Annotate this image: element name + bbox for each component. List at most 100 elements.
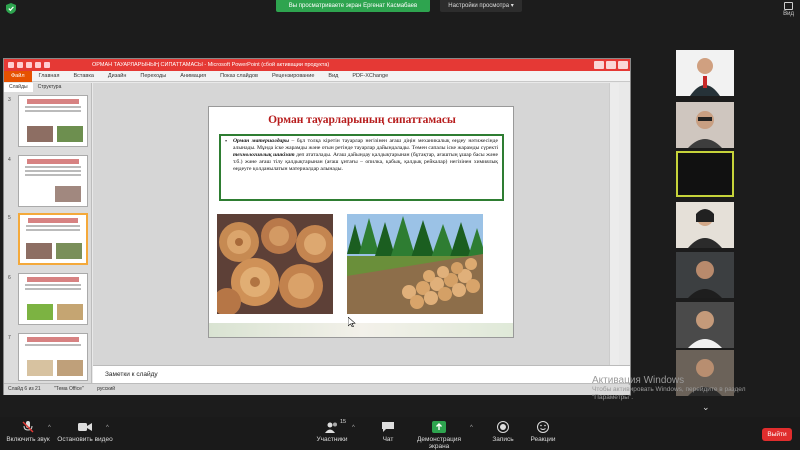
tab-pdf-xchange[interactable]: PDF-XChange [345, 71, 395, 82]
ppt-titlebar: ОРМАН ТАУАРЛАРЫНЫҢ СИПАТТАМАСЫ - Microso… [4, 59, 630, 71]
tab-insert[interactable]: Вставка [66, 71, 100, 82]
thumb-line [25, 344, 81, 346]
slide-footer-decoration [209, 323, 513, 337]
view-button[interactable]: Вид [783, 2, 794, 17]
video-camera-icon [78, 423, 92, 431]
participant-tile[interactable] [676, 102, 734, 148]
ppt-workspace: Слайды Структура 3 4 5 6 7 Орман тауарла… [4, 83, 630, 383]
leave-button[interactable]: Выйти [762, 428, 792, 441]
pane-tabs: Слайды Структура [4, 83, 91, 92]
slides-pane: Слайды Структура 3 4 5 6 7 [4, 83, 92, 383]
undo-icon[interactable] [26, 62, 32, 68]
tab-file[interactable]: Файл [4, 70, 32, 82]
tab-outline[interactable]: Структура [33, 83, 67, 92]
thumb-line [25, 174, 81, 176]
thumb-number: 3 [8, 97, 11, 103]
zoom-toolbar: Включить звук ^ Остановить видео ^ Участ… [0, 417, 800, 450]
caret-up-icon[interactable]: ^ [352, 425, 355, 431]
participant-tile[interactable] [676, 302, 734, 348]
thumb-image [57, 360, 83, 376]
slide-textbox[interactable]: • Орман материалдары – бұл толқа кіретін… [219, 134, 504, 201]
thumb-image [57, 126, 83, 142]
slide-thumbnail[interactable] [18, 155, 88, 207]
thumb-line [26, 229, 80, 231]
share-screen-label: Демонстрация экрана [416, 436, 462, 450]
participants-icon [325, 422, 337, 433]
participant-tile[interactable] [676, 202, 734, 248]
thumb-number: 7 [8, 335, 11, 341]
caret-up-icon[interactable]: ^ [470, 425, 473, 431]
tab-slides[interactable]: Слайды [4, 83, 33, 92]
slide-title[interactable]: Орман тауарларының сипаттамасы [209, 114, 513, 126]
tab-transitions[interactable]: Переходы [133, 71, 173, 82]
slide-canvas[interactable]: Орман тауарларының сипаттамасы • Орман м… [93, 83, 619, 365]
tab-view[interactable]: Вид [321, 71, 345, 82]
thumb-line [26, 225, 80, 227]
tab-animation[interactable]: Анимация [173, 71, 213, 82]
thumb-image [27, 360, 53, 376]
screen-share-notice: Вы просматриваете экран Ергенат Касмабае… [276, 0, 430, 12]
vertical-scrollbar[interactable] [609, 83, 619, 365]
share-screen-button[interactable]: Демонстрация экрана [410, 421, 468, 450]
slide-thumbnail[interactable] [18, 95, 88, 147]
thumb-title [27, 277, 79, 282]
slide-thumbnail-selected[interactable] [18, 213, 88, 265]
thumb-title [27, 99, 79, 104]
ppt-statusbar: Слайд 6 из 21 "Тема Office" русский [4, 383, 630, 395]
activation-line1: Чтобы активировать Windows, перейдите в … [592, 386, 746, 393]
view-options-label: Настройки просмотра [448, 3, 510, 9]
slide-thumbnail[interactable] [18, 273, 88, 325]
chat-button[interactable]: Чат [378, 421, 398, 443]
thumb-number: 5 [8, 215, 11, 221]
close-icon[interactable] [618, 61, 628, 69]
record-icon [497, 421, 509, 433]
tab-design[interactable]: Дизайн [101, 71, 134, 82]
notes-pane[interactable]: Заметки к слайду [93, 365, 630, 383]
share-screen-icon [432, 421, 446, 433]
caret-up-icon[interactable]: ^ [106, 425, 109, 431]
zoom-topbar: Вы просматриваете экран Ергенат Касмабае… [0, 0, 800, 17]
slide-counter: Слайд 6 из 21 [8, 386, 41, 392]
thumb-number: 6 [8, 275, 11, 281]
slideshow-icon[interactable] [44, 62, 50, 68]
tab-review[interactable]: Рецензирование [265, 71, 321, 82]
participant-avatar [676, 252, 734, 298]
thumb-image [26, 243, 52, 259]
thumb-line [25, 166, 81, 168]
thumb-title [27, 159, 79, 164]
save-icon[interactable] [17, 62, 23, 68]
thumb-line [25, 288, 81, 290]
shield-icon[interactable] [6, 3, 16, 14]
participant-tile[interactable] [676, 252, 734, 298]
smiley-icon [537, 421, 549, 433]
thumb-line [25, 170, 81, 172]
reactions-button[interactable]: Реакции [528, 421, 558, 443]
maximize-icon[interactable] [606, 61, 616, 69]
slide-thumbnail[interactable] [18, 333, 88, 381]
term-technological-raw: технологиялық шикізат [233, 152, 295, 158]
unmute-button[interactable]: Включить звук [6, 421, 50, 443]
participants-count: 15 [340, 419, 347, 425]
participant-avatar [676, 50, 734, 96]
tab-slideshow[interactable]: Показ слайдов [213, 71, 265, 82]
caret-up-icon[interactable]: ^ [48, 425, 51, 431]
view-label: Вид [783, 11, 794, 17]
current-slide[interactable]: Орман тауарларының сипаттамасы • Орман м… [208, 106, 514, 338]
ppt-window-title: ОРМАН ТАУАРЛАРЫНЫҢ СИПАТТАМАСЫ - Microso… [92, 62, 330, 68]
record-label: Запись [492, 436, 514, 443]
minimize-icon[interactable] [594, 61, 604, 69]
chevron-down-icon[interactable]: ⌄ [702, 402, 710, 413]
mouse-cursor-icon [348, 317, 356, 327]
log-pile-forest-photo[interactable] [347, 214, 483, 314]
log-ends-photo[interactable] [217, 214, 333, 314]
participant-tile-active-speaker[interactable] [676, 151, 734, 197]
quick-access-toolbar [8, 62, 50, 68]
redo-icon[interactable] [35, 62, 41, 68]
view-options-button[interactable]: Настройки просмотра ▾ [440, 0, 522, 12]
participant-tile[interactable] [676, 50, 734, 96]
chat-icon [382, 422, 394, 432]
tab-home[interactable]: Главная [32, 71, 67, 82]
bullet-icon: • [225, 139, 228, 145]
participant-avatar [676, 302, 734, 348]
record-button[interactable]: Запись [490, 421, 516, 443]
